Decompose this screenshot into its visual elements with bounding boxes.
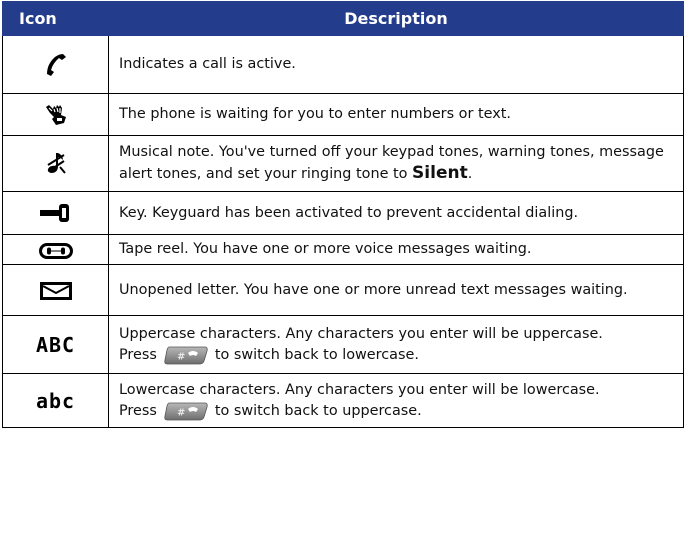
icon-cell [2,35,109,94]
table-row: Musical note. You've turned off your key… [2,135,684,192]
table-row: ABC Uppercase characters. Any characters… [2,315,684,374]
silent-keyword: Silent [412,163,468,183]
description-press-line: Press # to switch back to lowercase. [119,345,673,366]
description-text: Uppercase characters. Any characters you… [119,325,603,342]
icon-cell [2,234,109,265]
description-cell: Tape reel. You have one or more voice me… [108,234,684,265]
musical-note-crossed-icon [46,152,66,174]
icon-cell: ABC [2,315,109,374]
hash-key-icon: # [164,402,208,420]
hash-key-icon: # [164,346,208,364]
table-row: Indicates a call is active. [2,35,684,94]
table-row: The phone is waiting for you to enter nu… [2,93,684,136]
icon-cell [2,93,109,136]
icon-cell [2,264,109,316]
table-row: Key. Keyguard has been activated to prev… [2,191,684,235]
description-cell: Uppercase characters. Any characters you… [108,315,684,374]
icon-description-table: Icon Description Indicates a call is act… [2,1,684,428]
press-label: Press [119,402,157,419]
icon-cell: abc [2,373,109,428]
table-header-row: Icon Description [2,1,684,36]
icon-cell [2,191,109,235]
description-cell: Key. Keyguard has been activated to prev… [108,191,684,235]
description-press-line: Press # to switch back to uppercase. [119,401,673,422]
phone-handset-icon [46,53,66,76]
press-label: Press [119,346,157,363]
uppercase-abc-icon: ABC [35,332,76,357]
description-cell: Unopened letter. You have one or more un… [108,264,684,316]
hash-key-label: # [177,407,185,418]
description-cell: Indicates a call is active. [108,35,684,94]
icon-column-header: Icon [2,1,109,36]
description-column-header: Description [108,1,684,36]
description-after: to switch back to uppercase. [214,402,422,419]
hash-key-label: # [177,351,185,362]
description-text: Musical note. You've turned off your key… [119,144,664,182]
key-icon [39,204,69,223]
icon-cell [2,135,109,192]
table-row: Unopened letter. You have one or more un… [2,264,684,316]
description-cell: The phone is waiting for you to enter nu… [108,93,684,136]
hand-pen-icon [45,104,66,125]
description-cell: Lowercase characters. Any characters you… [108,373,684,428]
description-after: to switch back to lowercase. [214,346,419,363]
tape-reel-icon [38,242,73,259]
description-text: Lowercase characters. Any characters you… [119,381,600,398]
description-cell: Musical note. You've turned off your key… [108,135,684,192]
description-text-end: . [467,166,473,182]
unopened-letter-icon [39,281,72,300]
lowercase-abc-icon: abc [35,388,76,413]
table-row: abc Lowercase characters. Any characters… [2,373,684,428]
table-row: Tape reel. You have one or more voice me… [2,234,684,265]
